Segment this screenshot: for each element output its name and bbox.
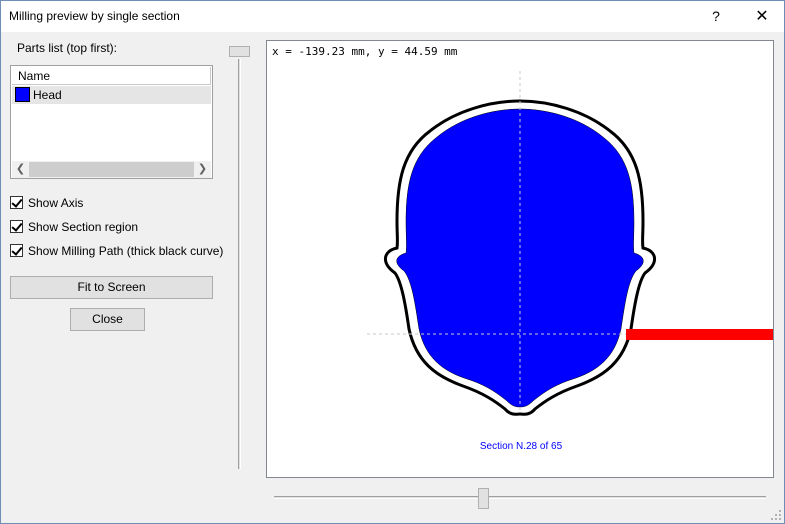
vertical-slider-track[interactable] [238,59,241,469]
cursor-coordinates: x = -139.23 mm, y = 44.59 mm [272,45,458,58]
show-section-region-checkbox[interactable]: Show Section region [10,219,210,235]
milling-preview-dialog: Milling preview by single section ? ✕ Pa… [0,0,785,524]
list-item[interactable]: Head [12,86,211,104]
close-button[interactable]: Close [70,308,145,331]
horizontal-slider-thumb[interactable] [478,488,489,509]
close-window-button[interactable]: ✕ [739,1,785,32]
show-section-region-label: Show Section region [28,220,139,234]
title-bar: Milling preview by single section ? ✕ [1,1,784,32]
column-header-label: Name [18,69,51,83]
show-axis-checkbox[interactable]: Show Axis [10,195,210,211]
parts-list-scrollbar[interactable]: ❮ ❯ [12,161,211,178]
checkbox-checked-icon[interactable] [10,220,23,233]
part-color-swatch [15,87,30,102]
section-drawing [367,71,773,416]
chevron-right-icon[interactable]: ❯ [194,161,211,178]
help-button[interactable]: ? [693,1,739,32]
milling-preview-canvas[interactable]: x = -139.23 mm, y = 44.59 mm Section N.2… [266,40,774,478]
horizontal-slider-track[interactable] [274,496,766,499]
checkbox-checked-icon[interactable] [10,196,23,209]
part-name: Head [33,88,62,102]
milling-tool-bar [626,329,773,340]
show-milling-path-label: Show Milling Path (thick black curve) [28,244,224,258]
chevron-left-icon[interactable]: ❮ [12,161,29,178]
checkbox-checked-icon[interactable] [10,244,23,257]
section-label: Section N.28 of 65 [479,441,563,452]
show-milling-path-checkbox[interactable]: Show Milling Path (thick black curve) [10,243,224,259]
scrollbar-thumb[interactable] [29,162,194,177]
vertical-slider-thumb[interactable] [229,46,250,57]
window-title: Milling preview by single section [9,9,180,23]
parts-list[interactable]: Name Head ❮ ❯ [10,65,213,179]
resize-grip-icon[interactable] [770,509,782,521]
show-axis-label: Show Axis [28,196,84,210]
fit-to-screen-button[interactable]: Fit to Screen [10,276,213,299]
parts-list-label: Parts list (top first): [17,41,118,55]
column-header-name[interactable]: Name [12,67,211,85]
